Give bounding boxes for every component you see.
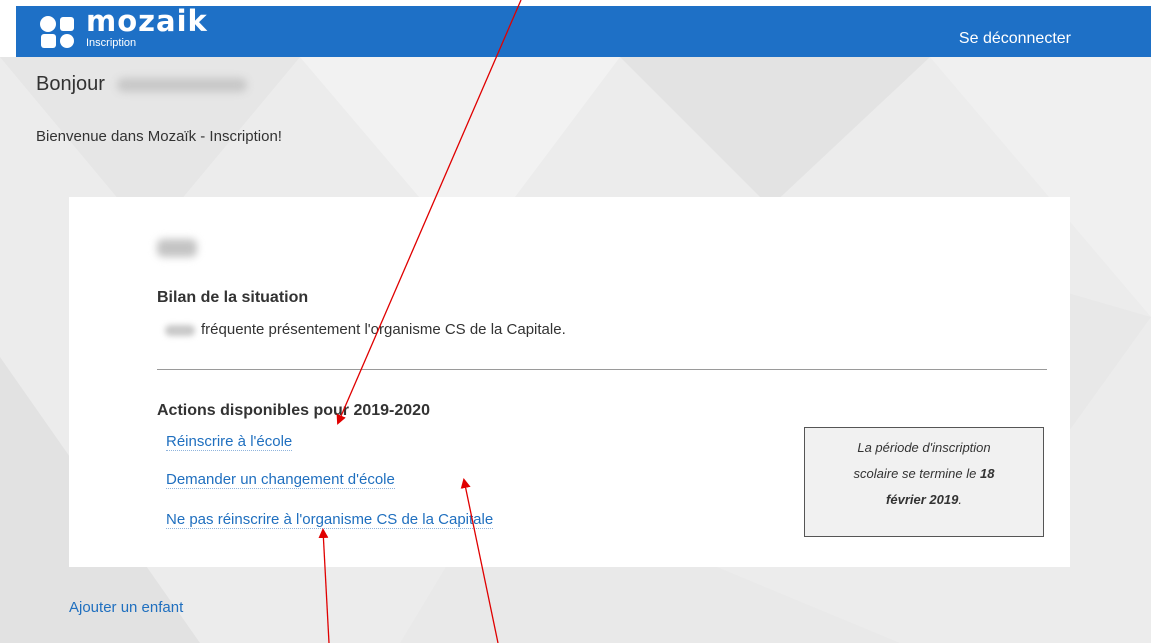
action-reinscribe-link[interactable]: Réinscrire à l'école [166,433,293,451]
action-not-reinscribe-link[interactable]: Ne pas réinscrire à l'organisme CS de la… [166,511,494,529]
notice-day: 18 [979,466,995,481]
notice-line-3: février 2019. [805,487,1043,513]
brand-subtitle: Inscription [86,37,137,49]
notice-period: . [958,492,962,507]
redacted-child-name [157,239,197,257]
top-navigation-bar: mozaik Inscription Se déconnecter [16,4,1151,57]
welcome-message: Bienvenue dans Mozaïk - Inscription! [36,128,282,145]
divider [157,369,1047,370]
redacted-child-name-inline [165,324,195,336]
bilan-text: fréquente présentement l'organisme CS de… [165,321,566,338]
bilan-text-content: fréquente présentement l'organisme CS de… [201,321,566,338]
notice-date: février 2019 [886,492,959,507]
brand-name: mozaik [86,4,208,38]
actions-title: Actions disponibles pour 2019-2020 [157,402,430,419]
bilan-title: Bilan de la situation [157,289,309,306]
notice-line-2-prefix: scolaire se termine le [853,466,977,481]
notice-line-2: scolaire se termine le 18 [805,461,1043,487]
child-card: Bilan de la situation fréquente présente… [69,197,1070,567]
registration-period-notice: La période d'inscription scolaire se ter… [804,427,1044,537]
logout-link[interactable]: Se déconnecter [959,30,1071,48]
add-child-link[interactable]: Ajouter un enfant [69,599,183,616]
notice-line-1: La période d'inscription [857,440,991,455]
action-change-school-link[interactable]: Demander un changement d'école [166,471,395,489]
mozaik-logo-icon [40,16,74,48]
greeting-heading: Bonjour [36,73,247,96]
redacted-user-name [116,77,247,92]
greeting-hello: Bonjour [36,73,105,95]
